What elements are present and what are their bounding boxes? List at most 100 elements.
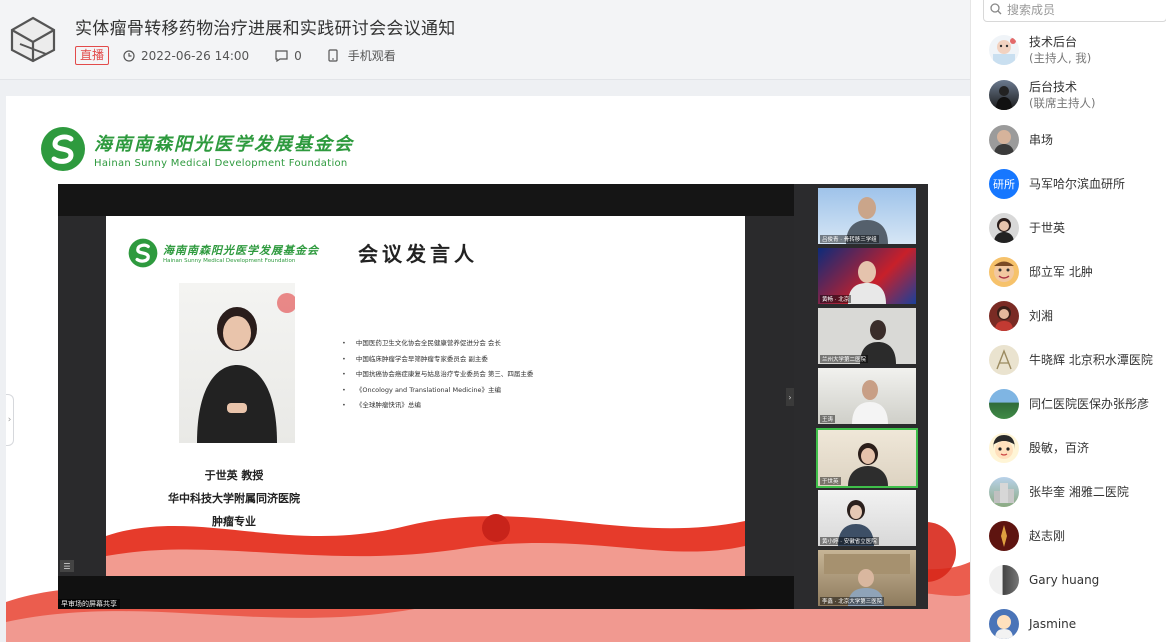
foundation-name-cn: 海南南森阳光医学发展基金会 — [94, 133, 354, 155]
comments-button[interactable]: 0 — [275, 49, 302, 63]
meeting-title: 实体瘤骨转移药物治疗进展和实践研讨会会议通知 — [75, 19, 456, 39]
avatar — [989, 433, 1019, 463]
member-name: 马军哈尔滨血研所 — [1029, 177, 1126, 191]
avatar — [989, 521, 1019, 551]
member-item[interactable]: 后台技术 (联席主持人) — [989, 75, 1166, 115]
gallery-tile[interactable]: 李鑫 · 北京大学第三医院 — [818, 550, 916, 606]
clock-icon — [123, 49, 135, 62]
member-item[interactable]: 于世英 — [989, 208, 1166, 248]
gallery-tile[interactable]: 黄小婷 · 安徽省立医院 — [818, 490, 916, 546]
member-search-input[interactable]: 搜索成员 — [983, 0, 1166, 22]
left-collapse-handle[interactable]: › — [6, 394, 14, 446]
member-name: 于世英 — [1029, 221, 1066, 235]
comment-count: 0 — [294, 48, 302, 63]
tile-label: 王涛 — [820, 415, 836, 423]
avatar — [989, 80, 1019, 110]
slide-waves — [106, 514, 745, 576]
foundation-name-en: Hainan Sunny Medical Development Foundat… — [94, 157, 348, 169]
meeting-header: 实体瘤骨转移药物治疗进展和实践研讨会会议通知 直播 2022-06-26 14:… — [0, 0, 970, 80]
gallery-toggle-button[interactable]: › — [786, 388, 794, 406]
gallery-tile[interactable]: 吕俊青 · 骨转移三学组 — [818, 188, 916, 244]
slide-foundation-cn: 海南南森阳光医学发展基金会 — [163, 244, 319, 257]
avatar — [989, 301, 1019, 331]
gallery-tile[interactable]: 兰州大学第二医院 — [818, 308, 916, 364]
screen-share-label: 早审场的屏幕共享 — [58, 599, 120, 609]
member-item[interactable]: 同仁医院医保办张彤彦 — [989, 384, 1166, 424]
tile-label: 吕俊青 · 骨转移三学组 — [820, 235, 879, 243]
member-name: 牛晓辉 北京积水潭医院 — [1029, 353, 1153, 367]
tile-label: 兰州大学第二医院 — [820, 355, 869, 363]
search-placeholder: 搜索成员 — [1007, 2, 1056, 17]
member-name: 邸立军 北肿 — [1029, 265, 1093, 279]
member-item[interactable]: Jasmine — [989, 604, 1166, 642]
meeting-logo-icon — [8, 14, 58, 64]
gallery-tile[interactable]: 王涛 — [818, 368, 916, 424]
bullet-item: 中国抗癌协会癌症康复与姑息治疗专业委员会 第三、四届主委 — [342, 367, 534, 383]
member-name: 后台技术 — [1029, 80, 1078, 94]
shared-slide: 海南南森阳光医学发展基金会 Hainan Sunny Medical Devel… — [106, 216, 745, 576]
member-item[interactable]: 刘湘 — [989, 296, 1166, 336]
slide-emblem-icon — [128, 238, 158, 268]
member-role: (联席主持人) — [1029, 96, 1096, 110]
member-item[interactable]: 串场 — [989, 120, 1166, 160]
bullet-item: 《全球肿瘤快讯》总编 — [342, 398, 533, 414]
member-name: 殷敏，百济 — [1029, 441, 1090, 455]
slide-foundation-en: Hainan Sunny Medical Development Foundat… — [163, 258, 296, 264]
slide-foundation-logo: 海南南森阳光医学发展基金会 Hainan Sunny Medical Devel… — [128, 238, 319, 268]
slide-heading: 会议发言人 — [358, 242, 478, 266]
comment-icon — [275, 49, 288, 62]
member-name: 刘湘 — [1029, 309, 1054, 323]
avatar — [989, 213, 1019, 243]
speaker-name: 于世英 教授 — [204, 469, 264, 482]
meeting-time: 2022-06-26 14:00 — [123, 49, 249, 63]
mobile-watch-button[interactable]: 手机观看 — [328, 47, 396, 64]
avatar: 研所 — [989, 169, 1019, 199]
member-role: (主持人, 我) — [1029, 51, 1092, 65]
list-icon[interactable]: ☰ — [60, 560, 74, 572]
avatar — [989, 609, 1019, 639]
slide-left-margin — [58, 216, 106, 576]
member-name: 串场 — [1029, 133, 1054, 147]
avatar — [989, 35, 1019, 65]
avatar — [989, 477, 1019, 507]
member-name: 赵志刚 — [1029, 529, 1066, 543]
member-name: 张毕奎 湘雅二医院 — [1029, 485, 1129, 499]
participant-gallery: 吕俊青 · 骨转移三学组 黄畅 · 北京 兰州大学第二医院 王涛 于世英 黄小婷… — [794, 184, 928, 609]
member-item[interactable]: 技术后台 (主持人, 我) — [989, 30, 1166, 70]
avatar — [989, 345, 1019, 375]
foundation-logo: 海南南森阳光医学发展基金会 Hainan Sunny Medical Devel… — [40, 126, 354, 172]
member-item[interactable]: 研所 马军哈尔滨血研所 — [989, 164, 1166, 204]
tile-label: 李鑫 · 北京大学第三医院 — [820, 597, 885, 605]
phone-icon — [328, 49, 338, 62]
video-window[interactable]: 海南南森阳光医学发展基金会 Hainan Sunny Medical Devel… — [58, 184, 928, 609]
bullet-item: 《Oncology and Translational Medicine》主编 — [342, 383, 533, 399]
bullet-item: 中国医药卫生文化协会全民健康营养促进分会 会长 — [342, 336, 533, 352]
video-bottombar: 早审场的屏幕共享 — [58, 576, 794, 609]
member-name: 同仁医院医保办张彤彦 — [1029, 397, 1150, 411]
member-item[interactable]: Gary huang — [989, 560, 1166, 600]
live-badge: 直播 — [75, 46, 110, 65]
search-icon — [990, 3, 1002, 15]
avatar — [989, 389, 1019, 419]
meeting-meta: 直播 2022-06-26 14:00 0 手机观看 — [75, 46, 422, 65]
member-item[interactable]: 牛晓辉 北京积水潭医院 — [989, 340, 1166, 380]
tile-label: 黄小婷 · 安徽省立医院 — [820, 537, 879, 545]
member-item[interactable]: 赵志刚 — [989, 516, 1166, 556]
member-name: 技术后台 — [1029, 35, 1078, 49]
tile-label: 黄畅 · 北京 — [820, 295, 852, 303]
speaker-photo — [179, 283, 295, 443]
avatar — [989, 257, 1019, 287]
gallery-tile[interactable]: 黄畅 · 北京 — [818, 248, 916, 304]
mobile-watch-label: 手机观看 — [347, 49, 396, 63]
member-item[interactable]: 殷敏，百济 — [989, 428, 1166, 468]
video-topbar — [58, 184, 794, 216]
avatar-text: 研所 — [993, 178, 1015, 191]
avatar — [989, 125, 1019, 155]
tile-label: 于世英 — [820, 477, 841, 485]
member-item[interactable]: 张毕奎 湘雅二医院 — [989, 472, 1166, 512]
foundation-emblem-icon — [41, 127, 85, 171]
speaker-bullets: 中国医药卫生文化协会全民健康营养促进分会 会长 中国临床肿瘤学会早筛肿瘤专家委员… — [342, 336, 534, 414]
member-name: Gary huang — [1029, 573, 1100, 587]
member-item[interactable]: 邸立军 北肿 — [989, 252, 1166, 292]
gallery-tile-active-speaker[interactable]: 于世英 — [816, 428, 918, 488]
